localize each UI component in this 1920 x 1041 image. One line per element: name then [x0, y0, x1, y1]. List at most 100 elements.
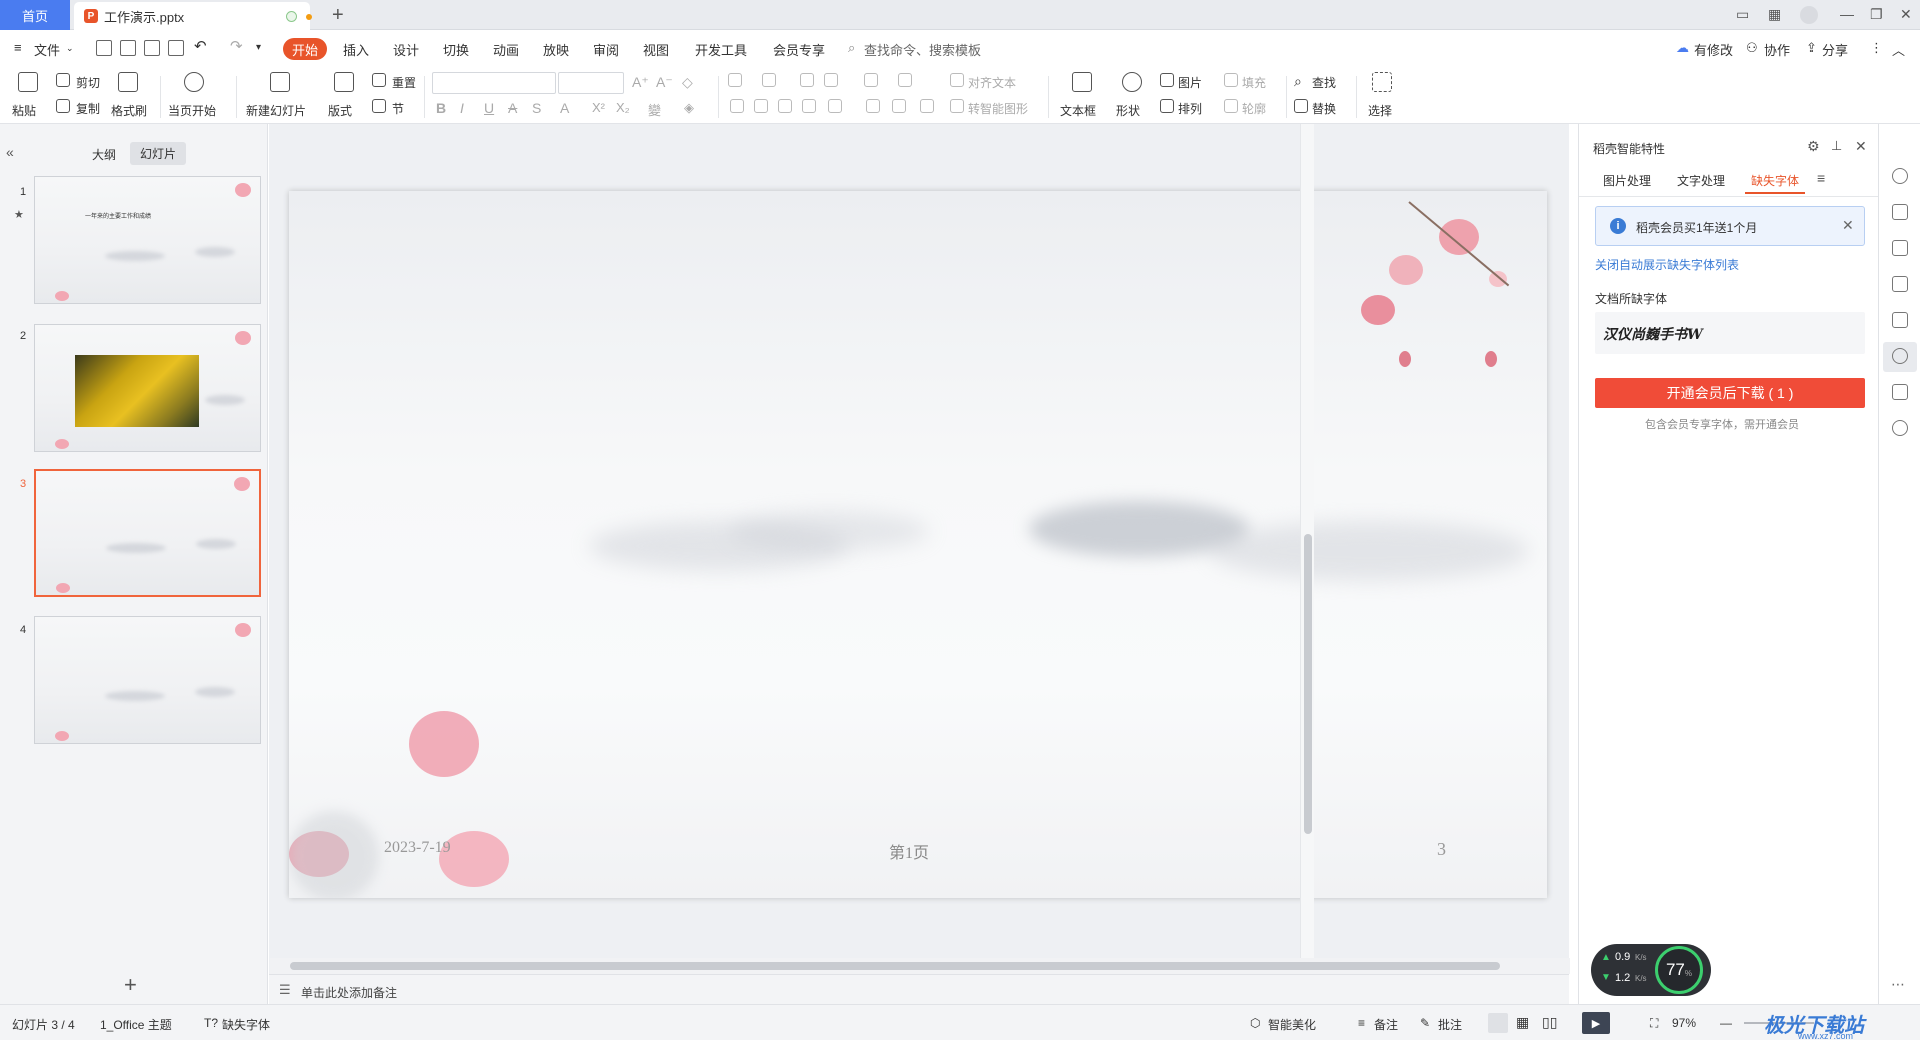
reading-view-icon[interactable]: ▯▯	[1542, 1014, 1557, 1031]
missing-font-status[interactable]: 缺失字体	[222, 1016, 270, 1033]
pin-star-icon[interactable]	[1892, 240, 1908, 256]
slide-thumbnail-4[interactable]	[34, 616, 261, 744]
undo-icon[interactable]: ↶	[194, 37, 207, 55]
decrease-indent-icon[interactable]	[800, 73, 814, 87]
tab-view[interactable]: 视图	[643, 40, 669, 59]
search-icon[interactable]: ⌕	[848, 40, 855, 56]
tab-text-processing[interactable]: 文字处理	[1677, 172, 1725, 189]
slide-number-text[interactable]: 3	[1437, 839, 1446, 860]
comments-button[interactable]: 批注	[1438, 1016, 1462, 1033]
arrange-button[interactable]: 排列	[1178, 100, 1202, 117]
replace-icon[interactable]	[1294, 99, 1308, 113]
select-icon[interactable]	[1372, 72, 1392, 92]
columns-icon[interactable]	[866, 99, 880, 113]
vertical-scrollbar[interactable]	[1300, 124, 1314, 960]
font-family-select[interactable]	[432, 72, 556, 94]
slide-sorter-icon[interactable]: ▦	[1516, 1014, 1529, 1031]
fit-window-icon[interactable]: ⛶	[1650, 1016, 1658, 1031]
fill-button[interactable]: 填充	[1242, 74, 1266, 91]
font-size-select[interactable]	[558, 72, 624, 94]
tab-animation[interactable]: 动画	[493, 40, 519, 59]
decrease-font-icon[interactable]: A⁻	[656, 74, 673, 91]
tab-missing-fonts[interactable]: 缺失字体	[1751, 172, 1799, 189]
copy-slides-icon[interactable]	[1892, 276, 1908, 292]
font-color-icon[interactable]: A	[560, 100, 569, 116]
textbox-button[interactable]: 文本框	[1060, 102, 1096, 119]
new-slide-button[interactable]: 新建幻灯片	[246, 102, 306, 119]
align-center-icon[interactable]	[754, 99, 768, 113]
save-icon[interactable]	[96, 40, 112, 56]
close-promo-icon[interactable]: ✕	[1842, 217, 1854, 234]
notes-bar[interactable]: ☰ 单击此处添加备注	[269, 974, 1569, 1004]
shadow-icon[interactable]: S	[532, 100, 541, 116]
slide-thumbnail-2[interactable]	[34, 324, 261, 452]
horizontal-scrollbar[interactable]	[270, 958, 1570, 974]
export-pdf-icon[interactable]	[120, 40, 136, 56]
collapse-pane-icon[interactable]: «	[6, 144, 14, 160]
picture-button[interactable]: 图片	[1178, 74, 1202, 91]
textbox-icon[interactable]	[1072, 72, 1092, 92]
tab-transition[interactable]: 切换	[443, 40, 469, 59]
file-menu[interactable]: 文件	[34, 40, 60, 59]
pin-icon[interactable]: ⊥	[1831, 138, 1842, 154]
slide-thumbnail-3[interactable]	[34, 469, 261, 597]
restore-icon[interactable]: ❐	[1870, 6, 1883, 23]
shape-icon[interactable]	[1122, 72, 1142, 92]
help-icon[interactable]	[1892, 420, 1908, 436]
new-tab-plus-icon[interactable]: +	[332, 4, 344, 27]
shape-button[interactable]: 形状	[1116, 102, 1140, 119]
outline-button[interactable]: 轮廓	[1242, 100, 1266, 117]
line-spacing-icon[interactable]	[898, 73, 912, 87]
underline-icon[interactable]: U	[484, 100, 494, 116]
new-slide-icon[interactable]	[270, 72, 290, 92]
collapse-ribbon-icon[interactable]: ︿	[1892, 40, 1905, 59]
slide-thumbnail-1[interactable]: 一年来的主要工作和成绩	[34, 176, 261, 304]
clear-format-icon[interactable]: ◇	[682, 74, 693, 91]
tab-image-processing[interactable]: 图片处理	[1603, 172, 1651, 189]
find-icon[interactable]: ⌕	[1294, 73, 1302, 90]
smart-beautify-button[interactable]: 智能美化	[1268, 1016, 1316, 1033]
fill-icon[interactable]	[1224, 73, 1238, 87]
promo-banner[interactable]: i 稻壳会员买1年送1个月 ✕	[1595, 206, 1865, 246]
section-button[interactable]: 节	[392, 100, 404, 117]
notes-placeholder[interactable]: 单击此处添加备注	[301, 984, 397, 1001]
bold-icon[interactable]: B	[436, 100, 446, 116]
zoom-out-icon[interactable]: —	[1720, 1016, 1732, 1030]
picture-icon[interactable]	[1160, 73, 1174, 87]
download-with-membership-button[interactable]: 开通会员后下载 ( 1 )	[1595, 378, 1865, 408]
print-preview-icon[interactable]	[168, 40, 184, 56]
hamburger-icon[interactable]: ≡	[14, 40, 22, 55]
settings-gear-icon[interactable]: ⚙	[1807, 138, 1820, 155]
tab-insert[interactable]: 插入	[343, 40, 369, 59]
paste-icon[interactable]	[18, 72, 38, 92]
italic-icon[interactable]: I	[460, 100, 464, 116]
collaborate-button[interactable]: 协作	[1764, 40, 1790, 59]
add-slide-button[interactable]: +	[124, 972, 137, 998]
char-spacing-icon[interactable]: 變	[648, 100, 661, 119]
highlight-icon[interactable]: ◈	[684, 100, 694, 116]
strikethrough-icon[interactable]: A	[508, 100, 517, 116]
reset-icon[interactable]	[372, 73, 386, 87]
close-window-icon[interactable]: ✕	[1900, 6, 1912, 23]
promo-text[interactable]: 稻壳会员买1年送1个月	[1636, 219, 1757, 236]
play-slideshow-icon[interactable]: ▶	[1582, 1012, 1610, 1034]
close-icon[interactable]: ✕	[1855, 138, 1867, 155]
cut-button[interactable]: 剪切	[76, 74, 100, 91]
tab-start[interactable]: 开始	[283, 38, 327, 60]
image-icon[interactable]	[1892, 312, 1908, 328]
section-icon[interactable]	[372, 99, 386, 113]
font-assist-icon[interactable]	[1892, 348, 1908, 364]
slide-date[interactable]: 2023-7-19	[384, 839, 451, 857]
redo-icon[interactable]: ↷	[230, 37, 243, 55]
has-changes-button[interactable]: 有修改	[1694, 40, 1733, 59]
document-tab[interactable]: P 工作演示.pptx	[74, 2, 312, 30]
rocket-icon[interactable]	[1892, 168, 1908, 184]
missing-font-item[interactable]: 汉仪尚巍手书W	[1595, 312, 1865, 354]
paragraph-icon[interactable]	[920, 99, 934, 113]
panel-title[interactable]: 稻壳智能特性	[1593, 140, 1665, 157]
justify-icon[interactable]	[802, 99, 816, 113]
from-current-button[interactable]: 当页开始	[168, 102, 216, 119]
align-left-icon[interactable]	[730, 99, 744, 113]
scroll-thumb[interactable]	[1304, 534, 1312, 834]
tab-developer[interactable]: 开发工具	[695, 40, 747, 59]
